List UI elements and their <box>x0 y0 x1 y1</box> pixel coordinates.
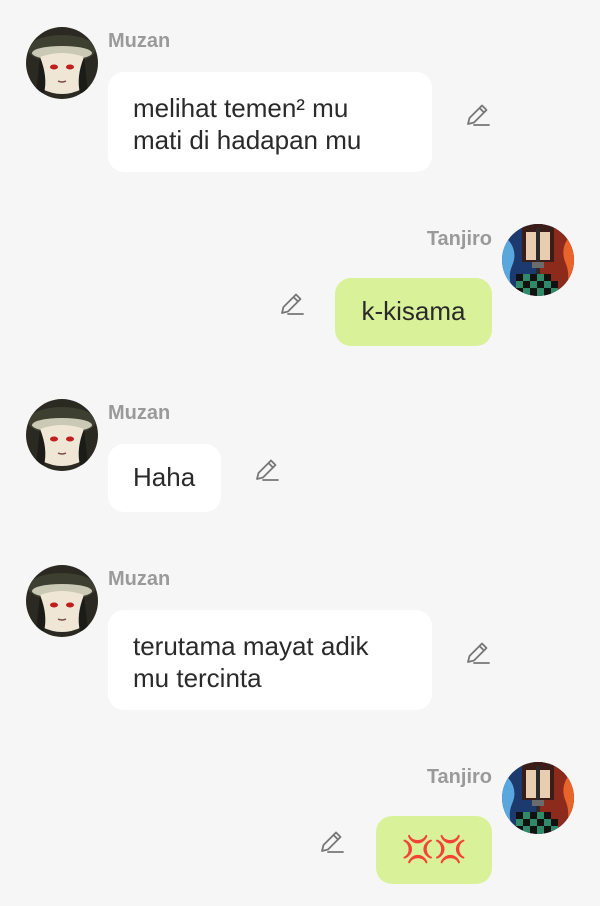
edit-icon[interactable] <box>463 101 491 129</box>
sender-name: Muzan <box>108 30 171 52</box>
tanjiro-avatar-image <box>502 224 574 296</box>
message-text: melihat temen² mu mati di hadapan mu <box>133 93 362 155</box>
muzan-avatar[interactable] <box>26 565 98 637</box>
message-text: Haha <box>133 462 196 492</box>
sender-name: Muzan <box>108 568 171 590</box>
edit-icon[interactable] <box>277 290 305 318</box>
message-row: Muzan terutama mayat adik mu tercinta <box>0 550 600 730</box>
message-bubble[interactable]: k-kisama <box>335 278 492 346</box>
sender-name: Tanjiro <box>426 228 492 250</box>
message-bubble[interactable]: terutama mayat adik mu tercinta <box>108 610 432 710</box>
tanjiro-avatar-image <box>502 762 574 834</box>
tanjiro-avatar[interactable] <box>502 224 574 296</box>
message-row: Muzan melihat temen² mu mati di hadapan … <box>0 0 600 180</box>
tanjiro-avatar[interactable] <box>502 762 574 834</box>
message-row: Tanjiro k-kisama <box>0 180 600 380</box>
muzan-avatar-image <box>26 565 98 637</box>
muzan-avatar-image <box>26 27 98 99</box>
message-bubble[interactable]: Haha <box>108 444 221 512</box>
sender-name: Tanjiro <box>426 766 492 788</box>
message-bubble[interactable]: melihat temen² mu mati di hadapan mu <box>108 72 432 172</box>
edit-icon[interactable] <box>463 639 491 667</box>
message-text: k-kisama <box>361 296 466 326</box>
muzan-avatar-image <box>26 399 98 471</box>
message-bubble[interactable]: 💢💢 <box>376 816 492 884</box>
message-row: Tanjiro 💢💢 <box>0 730 600 906</box>
edit-icon[interactable] <box>252 456 280 484</box>
muzan-avatar[interactable] <box>26 399 98 471</box>
message-text: terutama mayat adik mu tercinta <box>133 631 369 693</box>
edit-icon[interactable] <box>317 828 345 856</box>
message-row: Muzan Haha <box>0 380 600 550</box>
muzan-avatar[interactable] <box>26 27 98 99</box>
sender-name: Muzan <box>108 402 171 424</box>
message-text: 💢💢 <box>401 834 467 864</box>
